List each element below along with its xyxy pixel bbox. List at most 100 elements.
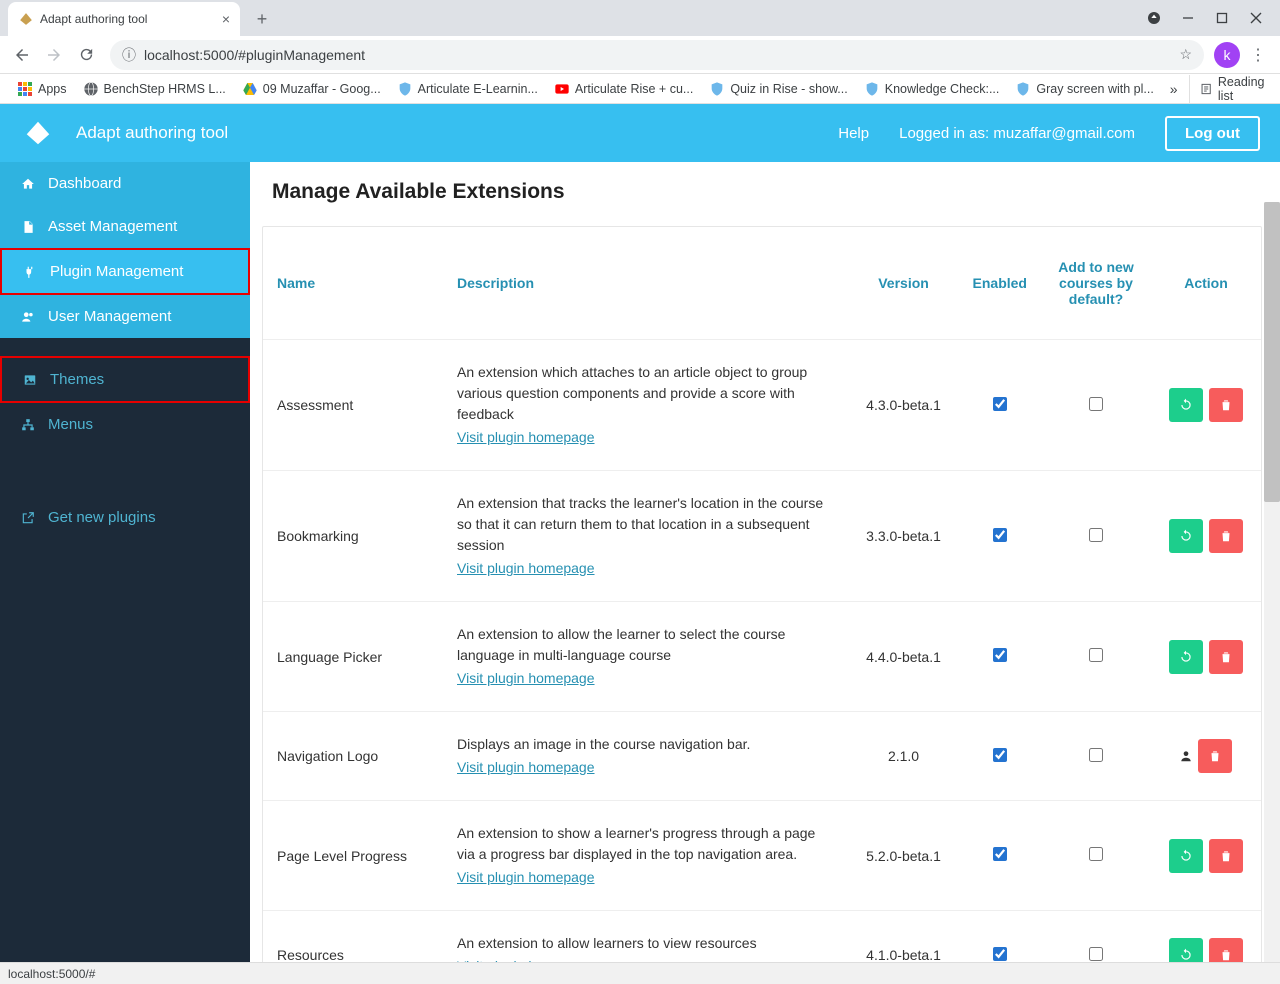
add-default-checkbox[interactable] bbox=[1089, 847, 1103, 861]
chrome-search-icon[interactable] bbox=[1140, 4, 1168, 32]
table-row: Language PickerAn extension to allow the… bbox=[263, 602, 1261, 712]
sidebar-item-label: Dashboard bbox=[48, 175, 121, 192]
browser-tab[interactable]: Adapt authoring tool × bbox=[8, 2, 240, 36]
delete-button[interactable] bbox=[1209, 839, 1243, 873]
bookmark-label: Apps bbox=[38, 82, 67, 96]
plugin-homepage-link[interactable]: Visit plugin homepage bbox=[457, 558, 595, 579]
plugin-homepage-link[interactable]: Visit plugin homepage bbox=[457, 867, 595, 888]
enabled-checkbox[interactable] bbox=[993, 748, 1007, 762]
cell-enabled bbox=[959, 340, 1041, 471]
refresh-button[interactable] bbox=[1169, 519, 1203, 553]
window-close-icon[interactable] bbox=[1242, 4, 1270, 32]
bookmark-icon bbox=[1015, 81, 1031, 97]
column-enabled[interactable]: Enabled bbox=[959, 227, 1041, 340]
refresh-button[interactable] bbox=[1169, 839, 1203, 873]
bookmark-item[interactable]: Articulate Rise + cu... bbox=[549, 79, 698, 99]
profile-avatar[interactable]: k bbox=[1214, 42, 1240, 68]
logged-in-text: Logged in as: muzaffar@gmail.com bbox=[899, 125, 1135, 142]
bookmark-icon bbox=[397, 81, 413, 97]
window-maximize-icon[interactable] bbox=[1208, 4, 1236, 32]
plugin-homepage-link[interactable]: Visit plugin homepage bbox=[457, 757, 595, 778]
cell-description: An extension to allow the learner to sel… bbox=[443, 602, 849, 712]
sidebar-item-menus[interactable]: Menus bbox=[0, 403, 250, 446]
delete-button[interactable] bbox=[1209, 938, 1243, 962]
column-description[interactable]: Description bbox=[443, 227, 849, 340]
enabled-checkbox[interactable] bbox=[993, 528, 1007, 542]
plugin-homepage-link[interactable]: Visit plugin homepage bbox=[457, 427, 595, 448]
column-version[interactable]: Version bbox=[849, 227, 959, 340]
cell-description: An extension to allow learners to view r… bbox=[443, 911, 849, 963]
cell-name: Navigation Logo bbox=[263, 712, 443, 801]
window-minimize-icon[interactable] bbox=[1174, 4, 1202, 32]
sidebar-item-label: User Management bbox=[48, 308, 171, 325]
enabled-checkbox[interactable] bbox=[993, 397, 1007, 411]
sidebar-item-label: Plugin Management bbox=[50, 263, 183, 280]
site-info-icon[interactable]: ⓘ bbox=[122, 45, 136, 65]
add-default-checkbox[interactable] bbox=[1089, 748, 1103, 762]
bookmark-item[interactable]: 09 Muzaffar - Goog... bbox=[237, 79, 386, 99]
sidebar-item-plugin-management[interactable]: Plugin Management bbox=[0, 248, 250, 295]
logout-button[interactable]: Log out bbox=[1165, 116, 1260, 151]
bookmark-item[interactable]: Articulate E-Learnin... bbox=[392, 79, 543, 99]
sidebar-item-asset-management[interactable]: Asset Management bbox=[0, 205, 250, 248]
add-default-checkbox[interactable] bbox=[1089, 528, 1103, 542]
sidebar: Dashboard Asset Management Plugin Manage… bbox=[0, 162, 250, 962]
cell-name: Language Picker bbox=[263, 602, 443, 712]
cell-enabled bbox=[959, 801, 1041, 911]
address-bar[interactable]: ⓘ localhost:5000/#pluginManagement ☆ bbox=[110, 40, 1204, 70]
delete-button[interactable] bbox=[1209, 388, 1243, 422]
add-default-checkbox[interactable] bbox=[1089, 947, 1103, 961]
status-text: localhost:5000/# bbox=[8, 967, 95, 981]
delete-button[interactable] bbox=[1209, 519, 1243, 553]
app-title: Adapt authoring tool bbox=[76, 123, 228, 143]
plugin-homepage-link[interactable]: Visit plugin homepage bbox=[457, 956, 595, 962]
delete-button[interactable] bbox=[1198, 739, 1232, 773]
bookmark-label: Articulate Rise + cu... bbox=[575, 82, 693, 96]
cell-description: An extension that tracks the learner's l… bbox=[443, 471, 849, 602]
add-default-checkbox[interactable] bbox=[1089, 648, 1103, 662]
refresh-button[interactable] bbox=[1169, 938, 1203, 962]
sidebar-item-get-plugins[interactable]: Get new plugins bbox=[0, 496, 250, 539]
scrollbar[interactable] bbox=[1264, 202, 1280, 962]
new-tab-button[interactable]: + bbox=[248, 5, 276, 33]
column-action[interactable]: Action bbox=[1151, 227, 1261, 340]
bookmark-item[interactable]: Quiz in Rise - show... bbox=[704, 79, 852, 99]
bookmark-icon bbox=[709, 81, 725, 97]
refresh-button[interactable] bbox=[1169, 388, 1203, 422]
sidebar-item-themes[interactable]: Themes bbox=[0, 356, 250, 403]
delete-button[interactable] bbox=[1209, 640, 1243, 674]
scrollbar-thumb[interactable] bbox=[1264, 202, 1280, 502]
column-name[interactable]: Name bbox=[263, 227, 443, 340]
sidebar-item-dashboard[interactable]: Dashboard bbox=[0, 162, 250, 205]
bookmarks-overflow[interactable]: » bbox=[1165, 79, 1183, 99]
help-link[interactable]: Help bbox=[838, 125, 869, 142]
tab-close-icon[interactable]: × bbox=[222, 11, 230, 27]
bookmark-item[interactable]: Apps bbox=[12, 79, 72, 99]
nav-forward-icon[interactable] bbox=[40, 41, 68, 69]
reading-list-button[interactable]: Reading list bbox=[1189, 75, 1269, 103]
bookmark-star-icon[interactable]: ☆ bbox=[1179, 46, 1192, 63]
bookmark-item[interactable]: Gray screen with pl... bbox=[1010, 79, 1158, 99]
column-add-default[interactable]: Add to new courses by default? bbox=[1041, 227, 1151, 340]
cell-version: 4.4.0-beta.1 bbox=[849, 602, 959, 712]
enabled-checkbox[interactable] bbox=[993, 847, 1007, 861]
bookmark-label: Knowledge Check:... bbox=[885, 82, 1000, 96]
user-icon bbox=[1179, 750, 1193, 766]
plugin-homepage-link[interactable]: Visit plugin homepage bbox=[457, 668, 595, 689]
sidebar-item-user-management[interactable]: User Management bbox=[0, 295, 250, 338]
cell-version: 3.3.0-beta.1 bbox=[849, 471, 959, 602]
bookmark-item[interactable]: BenchStep HRMS L... bbox=[78, 79, 231, 99]
cell-add-default bbox=[1041, 712, 1151, 801]
enabled-checkbox[interactable] bbox=[993, 947, 1007, 961]
app-logo-icon[interactable] bbox=[20, 115, 56, 151]
cell-description: An extension to show a learner's progres… bbox=[443, 801, 849, 911]
nav-back-icon[interactable] bbox=[8, 41, 36, 69]
bookmarks-bar: Apps BenchStep HRMS L... 09 Muzaffar - Goo… bbox=[0, 74, 1280, 104]
chrome-menu-icon[interactable]: ⋮ bbox=[1244, 41, 1272, 69]
bookmark-item[interactable]: Knowledge Check:... bbox=[859, 79, 1005, 99]
add-default-checkbox[interactable] bbox=[1089, 397, 1103, 411]
url-text: localhost:5000/#pluginManagement bbox=[144, 47, 365, 63]
refresh-button[interactable] bbox=[1169, 640, 1203, 674]
enabled-checkbox[interactable] bbox=[993, 648, 1007, 662]
nav-reload-icon[interactable] bbox=[72, 41, 100, 69]
